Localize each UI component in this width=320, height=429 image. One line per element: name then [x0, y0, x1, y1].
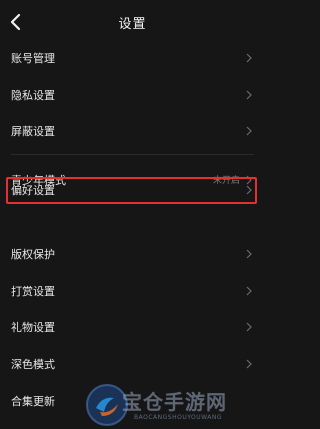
menu-item-label: 版权保护: [11, 248, 55, 261]
menu-item-privacy[interactable]: 隐私设置: [0, 77, 265, 113]
chevron-right-icon: [245, 89, 253, 101]
menu-item-dark-mode[interactable]: 深色模式: [0, 346, 265, 382]
watermark: 宝仓手游网 BAOCANGSHOUYOUWANG: [84, 382, 265, 429]
chevron-right-icon: [245, 248, 253, 260]
page-title: 设置: [118, 17, 147, 32]
chevron-right-icon: [245, 52, 253, 64]
menu-item-label: 打赏设置: [11, 285, 55, 298]
menu-item-tipping[interactable]: 打赏设置: [0, 273, 265, 309]
menu-item-gifts[interactable]: 礼物设置: [0, 309, 265, 345]
menu-item-copyright[interactable]: 版权保护: [0, 236, 265, 272]
section-divider: [11, 154, 254, 155]
menu-item-block[interactable]: 屏蔽设置: [0, 113, 265, 149]
menu-item-label: 账号管理: [11, 52, 55, 65]
menu-item-label: 隐私设置: [11, 89, 55, 102]
chevron-right-icon: [245, 184, 253, 196]
menu-item-label: 礼物设置: [11, 321, 55, 334]
menu-item-label: 屏蔽设置: [11, 125, 55, 138]
chevron-right-icon: [245, 358, 253, 370]
menu-item-account[interactable]: 账号管理: [0, 40, 265, 76]
menu-item-label: 深色模式: [11, 358, 55, 371]
menu-item-label: 偏好设置: [11, 184, 55, 197]
watermark-title: 宝仓手游网: [122, 390, 227, 414]
watermark-subtitle: BAOCANGSHOUYOUWANG: [134, 414, 223, 421]
menu-item-label: 合集更新: [11, 395, 55, 408]
chevron-right-icon: [245, 321, 253, 333]
menu-item-preferences[interactable]: 偏好设置: [0, 172, 265, 208]
chevron-right-icon: [245, 125, 253, 137]
chevron-right-icon: [245, 285, 253, 297]
